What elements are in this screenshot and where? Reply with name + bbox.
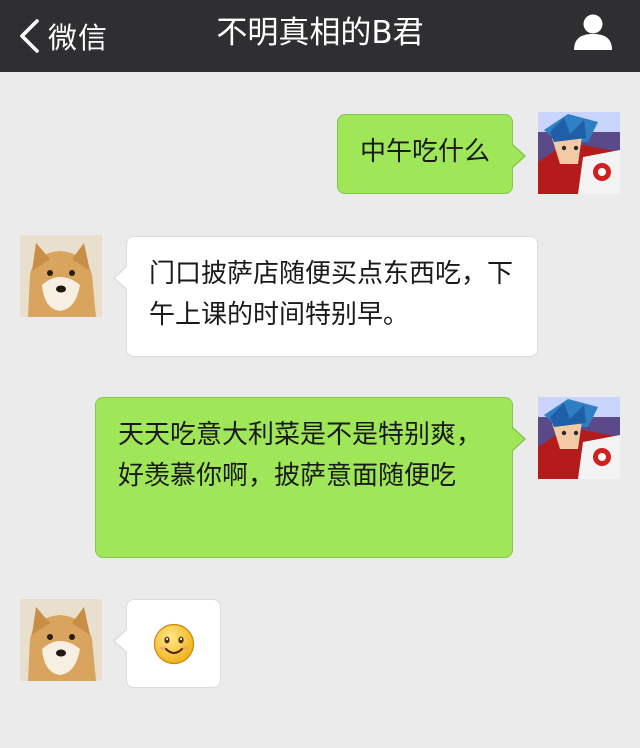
message-text: 天天吃意大利菜是不是特别爽，好羡慕你啊，披萨意面随便吃 [118, 420, 483, 491]
nav-bar: 微信 不明真相的B君 [0, 0, 640, 72]
person-icon [574, 14, 612, 50]
my-avatar[interactable] [538, 397, 620, 479]
chat-area[interactable]: 中午吃什么 门口披萨店随便买点东西吃，下午上课的时间特别早。 天天吃意大利菜是不… [0, 72, 640, 748]
message-text: 中午吃什么 [359, 137, 490, 167]
profile-button[interactable] [572, 12, 614, 54]
back-label: 微信 [48, 21, 109, 55]
received-message-bubble[interactable]: 门口披萨店随便买点东西吃，下午上课的时间特别早。 [113, 236, 538, 357]
back-button[interactable]: 微信 [18, 0, 108, 72]
chat-title: 不明真相的B君 [216, 15, 424, 51]
my-avatar[interactable] [538, 112, 620, 194]
sent-message-bubble[interactable]: 天天吃意大利菜是不是特别爽，好羡慕你啊，披萨意面随便吃 [95, 397, 526, 558]
contact-avatar[interactable] [20, 599, 102, 681]
received-emoji-bubble[interactable] [113, 599, 221, 688]
contact-avatar[interactable] [20, 235, 102, 317]
smiley-face-icon [153, 623, 194, 664]
message-text: 门口披萨店随便买点东西吃，下午上课的时间特别早。 [149, 259, 514, 330]
sent-message-bubble[interactable]: 中午吃什么 [336, 114, 527, 194]
chevron-left-icon [20, 19, 39, 53]
